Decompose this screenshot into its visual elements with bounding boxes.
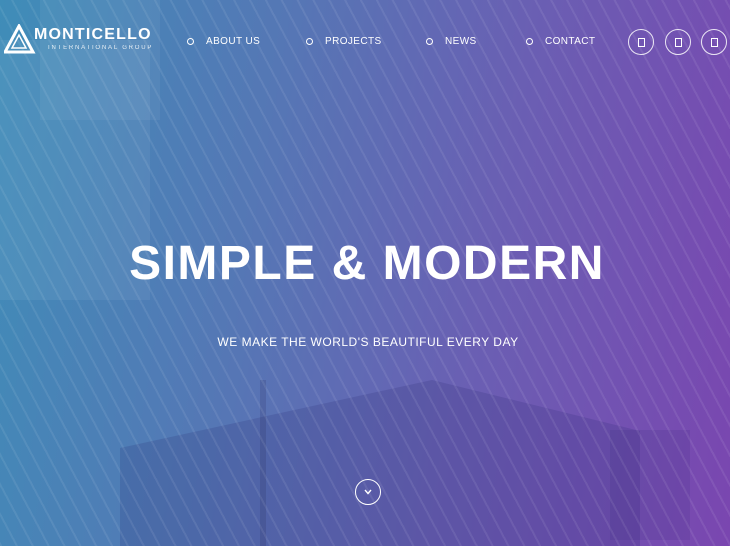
hero-headline: SIMPLE & MODERN [129, 237, 605, 290]
social-icon [710, 37, 718, 47]
social-icon [637, 37, 645, 47]
hero-subtitle: WE MAKE THE WORLD'S BEAUTIFUL EVERY DAY [217, 335, 519, 349]
social-icon [674, 37, 682, 47]
circle-bullet-icon [187, 38, 194, 45]
scroll-down-button[interactable] [355, 479, 381, 505]
brand-tagline: INTERNATIONAL GROUP [48, 45, 154, 51]
circle-bullet-icon [526, 38, 533, 45]
circle-bullet-icon [306, 38, 313, 45]
brand-name: MONTICELLO [34, 26, 152, 43]
triangle-logo-icon [4, 24, 36, 54]
circle-bullet-icon [426, 38, 433, 45]
nav-item-contact[interactable]: CONTACT [526, 36, 595, 47]
nav-item-label: ABOUT US [206, 36, 261, 47]
nav-item-label: PROJECTS [325, 36, 382, 47]
nav-item-news[interactable]: NEWS [426, 36, 477, 47]
nav-item-label: CONTACT [545, 36, 596, 47]
chevron-down-icon [364, 489, 372, 495]
site-header: MONTICELLO INTERNATIONAL GROUP ABOUT US … [0, 0, 730, 84]
brand-logo[interactable]: MONTICELLO INTERNATIONAL GROUP [4, 24, 160, 58]
nav-item-about-us[interactable]: ABOUT US [187, 36, 260, 47]
nav-item-projects[interactable]: PROJECTS [306, 36, 382, 47]
social-button-1[interactable] [628, 29, 654, 55]
social-button-2[interactable] [665, 29, 691, 55]
social-button-3[interactable] [701, 29, 727, 55]
nav-item-label: NEWS [445, 36, 477, 47]
